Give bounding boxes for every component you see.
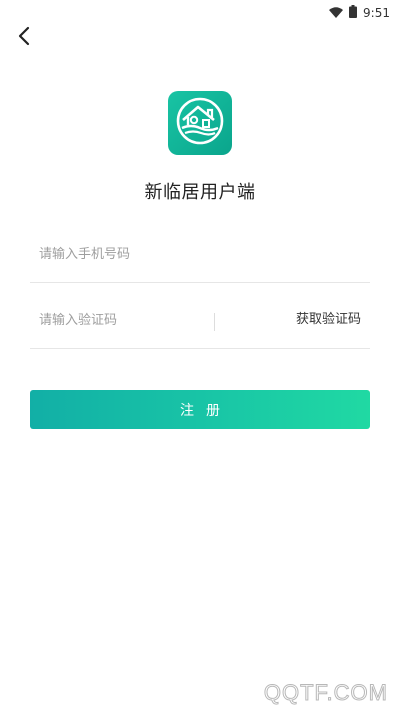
house-logo-icon	[174, 95, 226, 151]
register-button[interactable]: 注册	[30, 390, 370, 429]
status-time: 9:51	[363, 5, 390, 20]
wifi-icon	[329, 3, 344, 22]
get-code-button[interactable]: 获取验证码	[296, 292, 361, 348]
app-name: 新临居用户端	[144, 182, 256, 203]
chevron-left-icon	[17, 26, 31, 50]
phone-row	[30, 226, 370, 283]
battery-icon	[349, 3, 358, 22]
phone-input[interactable]	[30, 239, 359, 269]
status-indicators: 9:51	[329, 3, 390, 22]
back-button[interactable]	[10, 24, 38, 52]
app-logo	[168, 91, 232, 155]
register-screen: 9:51 新临居用户端 获取验证	[0, 0, 400, 710]
verification-code-input[interactable]	[30, 305, 209, 335]
code-row: 获取验证码	[30, 292, 370, 349]
divider	[214, 313, 215, 331]
watermark: QQTF.COM	[263, 680, 388, 706]
status-bar: 9:51	[0, 0, 400, 24]
